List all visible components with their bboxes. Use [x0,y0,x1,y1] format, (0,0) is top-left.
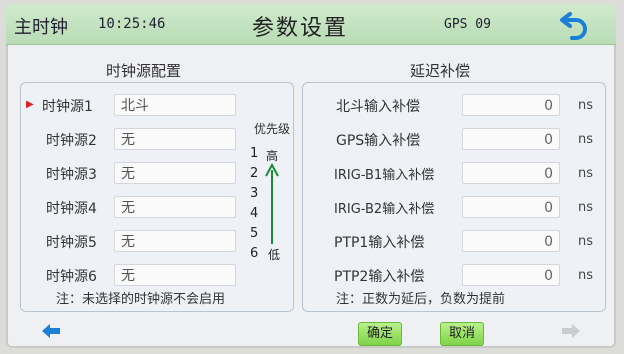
screen: 主时钟 10:25:46 参数设置 GPS 09 时钟源配置 延迟补偿 ▶ 时钟… [6,4,616,348]
delay-unit-irigb1: ns [578,166,594,181]
delay-comp-note: 注：正数为延后，负数为提前 [336,292,506,307]
clock-source-field-2[interactable]: 无 [114,128,236,150]
gps-status: GPS 09 [444,17,491,32]
delay-label-beidou: 北斗输入补偿 [336,99,420,115]
clock-source-label-4: 时钟源4 [46,201,97,217]
selected-marker-icon: ▶ [26,99,34,110]
clock-source-section-title: 时钟源配置 [106,62,182,80]
clock-source-field-3[interactable]: 无 [114,162,236,184]
priority-low-label: 低 [268,248,281,262]
priority-number-2: 2 [250,166,259,181]
confirm-button[interactable]: 确定 [358,322,403,346]
clock-source-field-4[interactable]: 无 [114,196,236,218]
cancel-button[interactable]: 取消 [440,322,485,346]
clock-source-label-6: 时钟源6 [46,269,97,285]
delay-unit-irigb2: ns [578,200,594,215]
delay-comp-section-title: 延迟补偿 [410,62,471,80]
delay-field-irigb1[interactable]: 0 [462,162,560,184]
delay-field-irigb2[interactable]: 0 [462,196,560,218]
page-title: 参数设置 [252,16,349,41]
delay-label-irigb1: IRIG-B1输入补偿 [334,168,435,183]
clock-source-label-3: 时钟源3 [46,167,97,183]
clock-time: 10:25:46 [98,16,166,32]
priority-arrow-icon [265,162,279,244]
delay-field-beidou[interactable]: 0 [462,94,560,116]
delay-unit-beidou: ns [578,98,594,113]
header-bar: 主时钟 10:25:46 参数设置 GPS 09 [6,4,616,45]
clock-source-field-6[interactable]: 无 [114,264,236,286]
priority-number-6: 6 [250,246,259,261]
priority-title: 优先级 [254,122,291,136]
priority-number-3: 3 [250,186,259,201]
delay-field-gps[interactable]: 0 [462,128,560,150]
priority-number-4: 4 [250,206,259,221]
prev-page-icon[interactable] [40,322,62,340]
clock-source-note: 注：未选择的时钟源不会启用 [56,292,226,307]
delay-label-ptp2: PTP2输入补偿 [334,269,425,285]
delay-unit-ptp2: ns [578,268,594,283]
back-icon[interactable] [558,8,592,40]
delay-label-gps: GPS输入补偿 [336,133,421,149]
mode-label: 主时钟 [14,17,68,38]
next-page-icon[interactable] [560,322,582,340]
priority-number-1: 1 [250,146,259,161]
delay-label-ptp1: PTP1输入补偿 [334,235,425,251]
clock-source-field-1[interactable]: 北斗 [114,94,236,116]
delay-unit-gps: ns [578,132,594,147]
delay-unit-ptp1: ns [578,234,594,249]
delay-field-ptp2[interactable]: 0 [462,264,560,286]
clock-source-field-5[interactable]: 无 [114,230,236,252]
delay-field-ptp1[interactable]: 0 [462,230,560,252]
clock-source-label-1: 时钟源1 [42,99,93,115]
clock-source-label-2: 时钟源2 [46,133,97,149]
clock-source-label-5: 时钟源5 [46,235,97,251]
priority-number-5: 5 [250,226,259,241]
delay-label-irigb2: IRIG-B2输入补偿 [334,202,435,217]
